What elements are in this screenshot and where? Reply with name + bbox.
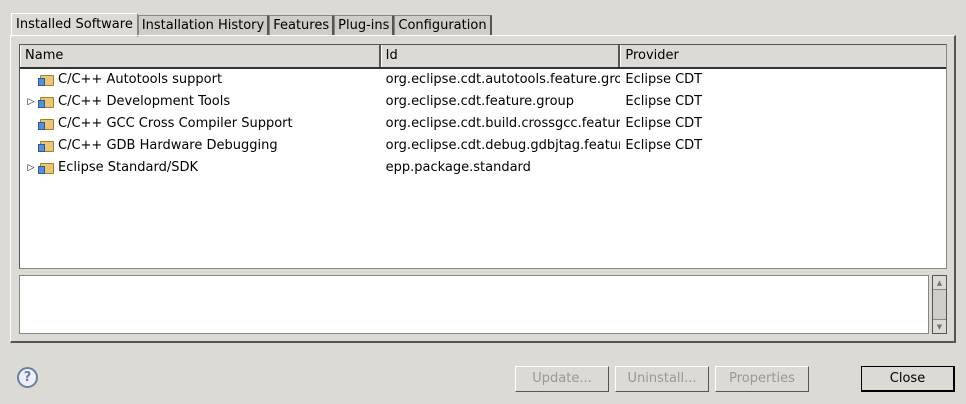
feature-icon (38, 94, 56, 110)
feature-id: org.eclipse.cdt.debug.gdbjtag.feature.gr… (385, 138, 621, 153)
name-cell: ▷ C/C++ Development Tools (20, 91, 381, 113)
properties-button[interactable]: Properties (715, 366, 809, 392)
feature-provider: Eclipse CDT (625, 116, 703, 131)
feature-provider: Eclipse CDT (625, 72, 703, 87)
feature-name: C/C++ GDB Hardware Debugging (58, 138, 278, 153)
details-text-area[interactable] (19, 275, 929, 334)
tab-bar: Installed Software Installation History … (11, 13, 492, 37)
feature-provider: Eclipse CDT (625, 94, 703, 109)
update-button[interactable]: Update... (515, 366, 609, 392)
name-cell: ▷ Eclipse Standard/SDK (20, 157, 381, 179)
feature-name: Eclipse Standard/SDK (58, 160, 199, 175)
tab-plug-ins[interactable]: Plug-ins (334, 15, 395, 36)
feature-id: org.eclipse.cdt.feature.group (385, 94, 575, 109)
uninstall-button[interactable]: Uninstall... (615, 366, 709, 392)
feature-id: epp.package.standard (385, 160, 531, 175)
table-row[interactable]: C/C++ GDB Hardware Debugging org.eclipse.… (20, 135, 946, 157)
feature-name: C/C++ GCC Cross Compiler Support (58, 116, 293, 131)
column-header-name[interactable]: Name (20, 45, 381, 67)
table-row[interactable]: ▷ Eclipse Standard/SDK epp.package.standar… (20, 157, 946, 179)
name-cell: C/C++ GDB Hardware Debugging (20, 135, 381, 157)
tab-installed-software[interactable]: Installed Software (11, 13, 138, 37)
feature-name: C/C++ Development Tools (58, 94, 231, 109)
column-header-id[interactable]: Id (380, 45, 621, 67)
feature-icon (38, 138, 56, 154)
feature-icon (38, 72, 56, 88)
installed-software-table: Name Id Provider C/C++ Autotools support… (19, 44, 947, 269)
tab-configuration[interactable]: Configuration (394, 15, 492, 36)
feature-provider (620, 157, 946, 179)
scroll-up-arrow-icon[interactable]: ▲ (933, 276, 946, 290)
feature-id: org.eclipse.cdt.autotools.feature.group (385, 72, 621, 87)
close-button[interactable]: Close (861, 366, 955, 392)
expand-arrow-icon[interactable]: ▷ (20, 91, 38, 113)
feature-id: org.eclipse.cdt.build.crossgcc.feature.g… (385, 116, 621, 131)
tab-features[interactable]: Features (269, 15, 335, 36)
feature-icon (38, 116, 56, 132)
feature-icon (38, 160, 56, 176)
column-header-provider[interactable]: Provider (620, 45, 946, 67)
expand-arrow-icon[interactable]: ▷ (20, 157, 38, 179)
table-header: Name Id Provider (20, 45, 946, 69)
table-row[interactable]: C/C++ Autotools support org.eclipse.cdt.a… (20, 69, 946, 91)
scroll-down-arrow-icon[interactable]: ▼ (933, 319, 946, 333)
name-cell: C/C++ Autotools support (20, 69, 381, 91)
table-row[interactable]: ▷ C/C++ Development Tools org.eclipse.cdt.… (20, 91, 946, 113)
details-scrollbar[interactable]: ▲ ▼ (932, 275, 947, 334)
name-cell: C/C++ GCC Cross Compiler Support (20, 113, 381, 135)
tab-installation-history[interactable]: Installation History (137, 15, 270, 36)
help-icon[interactable]: ? (17, 367, 38, 388)
table-row[interactable]: C/C++ GCC Cross Compiler Support org.ecli… (20, 113, 946, 135)
feature-name: C/C++ Autotools support (58, 72, 223, 87)
feature-provider: Eclipse CDT (625, 138, 703, 153)
